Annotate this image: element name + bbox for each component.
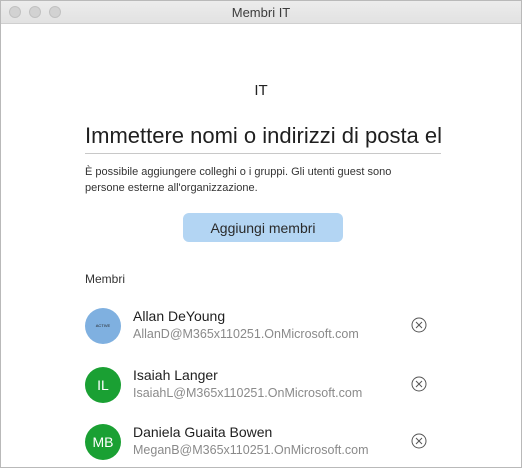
member-search-input[interactable] — [85, 121, 441, 151]
members-heading: Membri — [85, 272, 126, 286]
members-dialog-window: Membri IT IT È possibile aggiungere coll… — [0, 0, 522, 468]
member-row: MB Daniela Guaita Bowen MeganB@M365x1102… — [85, 422, 441, 462]
group-name: IT — [254, 82, 268, 99]
remove-member-button[interactable] — [411, 317, 427, 333]
add-members-button[interactable]: Aggiungi membri — [183, 213, 343, 242]
member-email: IsaiahL@M365x110251.OnMicrosoft.com — [133, 386, 363, 400]
guest-hint-text: È possibile aggiungere colleghi o i grup… — [85, 166, 392, 194]
member-email: MeganB@M365x110251.OnMicrosoft.com — [133, 443, 369, 457]
remove-circle-x-icon — [411, 317, 427, 333]
member-name: Isaiah Langer — [133, 367, 218, 383]
member-email: AllanD@M365x110251.OnMicrosoft.com — [133, 327, 359, 341]
remove-circle-x-icon — [411, 376, 427, 392]
title-bar: Membri IT — [1, 1, 521, 24]
member-search-field — [85, 121, 441, 154]
remove-member-button[interactable] — [411, 376, 427, 392]
window-title: Membri IT — [231, 5, 291, 20]
member-name: Daniela Guaita Bowen — [133, 424, 273, 440]
avatar: IL — [85, 367, 121, 403]
avatar: MB — [85, 424, 121, 460]
member-row: ACTIVE DIRECTORY Allan DeYoung AllanD@M3… — [85, 306, 441, 346]
remove-member-button[interactable] — [411, 433, 427, 449]
remove-circle-x-icon — [411, 433, 427, 449]
avatar: ACTIVE DIRECTORY — [85, 308, 121, 344]
member-row: IL Isaiah Langer IsaiahL@M365x110251.OnM… — [85, 365, 441, 405]
member-name: Allan DeYoung — [133, 308, 226, 324]
